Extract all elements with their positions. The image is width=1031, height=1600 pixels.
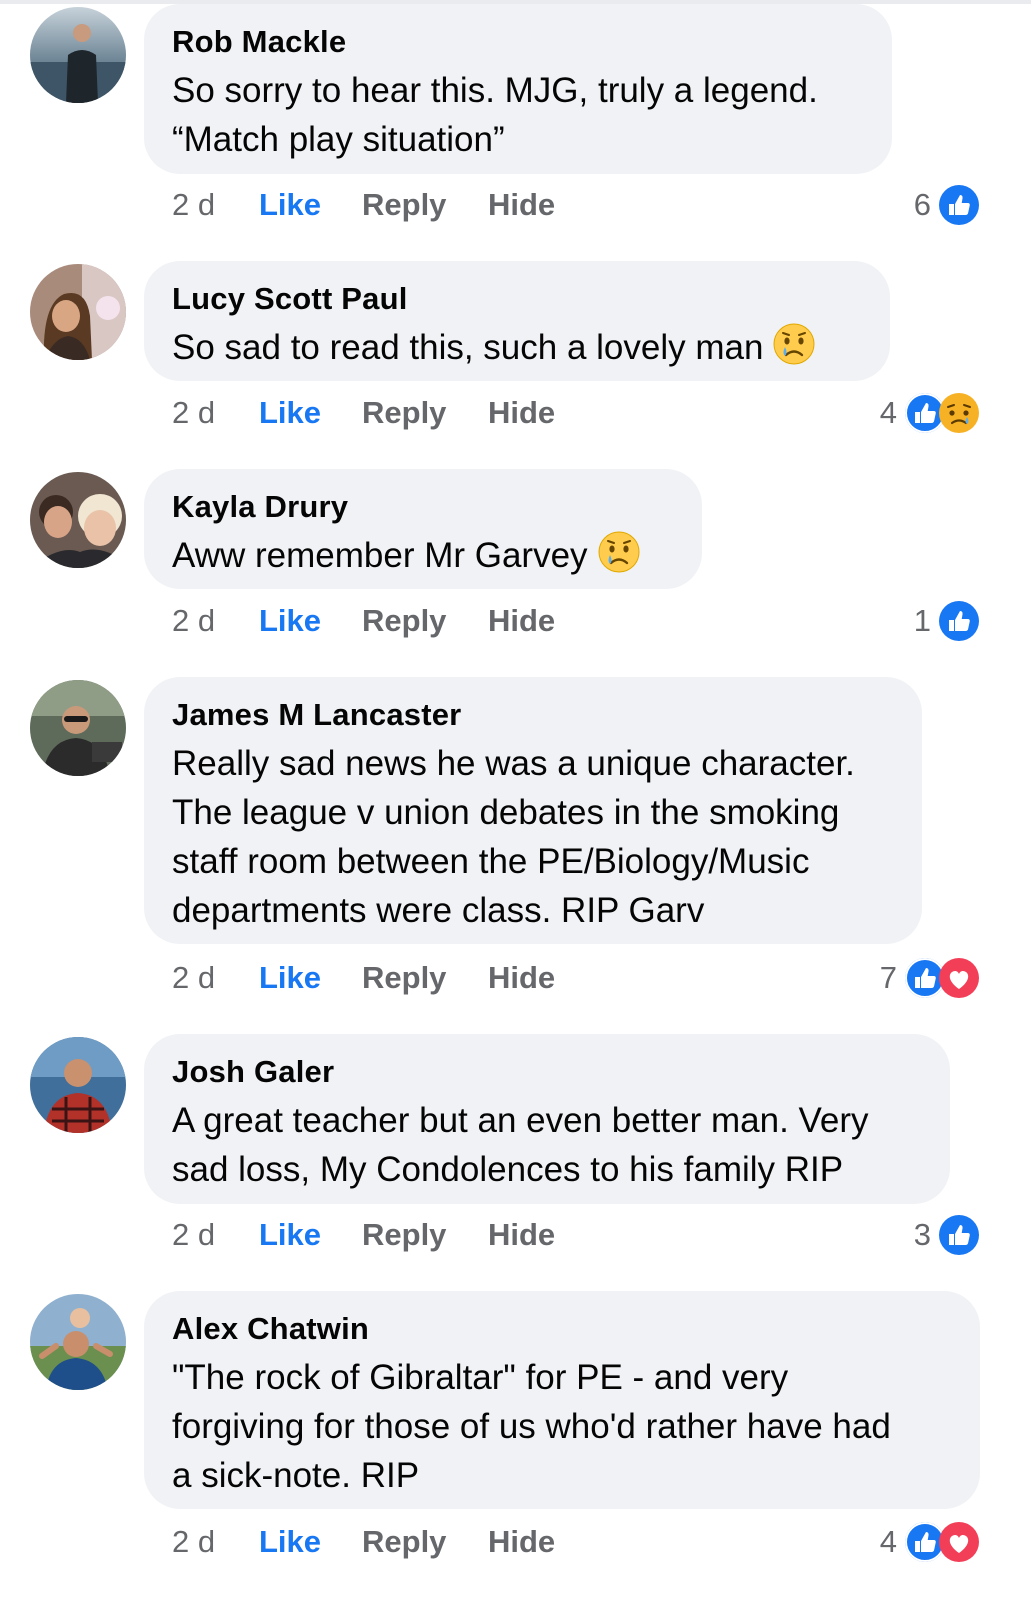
reply-button[interactable]: Reply — [362, 1522, 446, 1562]
like-icon — [939, 185, 979, 225]
crying-face-emoji — [773, 323, 815, 378]
comment-timestamp[interactable]: 2 d — [172, 1215, 215, 1255]
comment-timestamp[interactable]: 2 d — [172, 393, 215, 433]
comment-actions: 2 d Like Reply Hide — [172, 1522, 992, 1562]
like-icon — [939, 601, 979, 641]
reply-button[interactable]: Reply — [362, 185, 446, 225]
comment-timestamp[interactable]: 2 d — [172, 601, 215, 641]
comment-author[interactable]: Kayla Drury — [172, 489, 672, 525]
comment-actions: 2 d Like Reply Hide — [172, 185, 992, 225]
comment-actions: 2 d Like Reply Hide — [172, 958, 992, 998]
like-button[interactable]: Like — [259, 958, 321, 998]
reaction-count: 7 — [879, 960, 897, 995]
comment-actions: 2 d Like Reply Hide — [172, 601, 992, 641]
reaction-summary[interactable]: 6 — [914, 183, 979, 227]
love-icon — [939, 958, 979, 998]
love-icon — [939, 1522, 979, 1562]
comment-text: "The rock of Gibraltar" for PE - and ver… — [172, 1358, 789, 1397]
comment-text: The league v union debates in the smokin… — [172, 793, 840, 832]
comment-bubble: Josh Galer A great teacher but an even b… — [144, 1034, 950, 1204]
comment-text-line: So sad to read this, such a lovely man — [172, 323, 860, 378]
reaction-count: 1 — [913, 603, 931, 638]
avatar[interactable] — [30, 680, 126, 776]
reaction-summary[interactable]: 1 — [914, 599, 979, 643]
comment-bubble: Rob Mackle So sorry to hear this. MJG, t… — [144, 4, 892, 174]
comment-text: So sad to read this, such a lovely man — [172, 328, 764, 367]
comment-bubble: Kayla Drury Aww remember Mr Garvey — [144, 469, 702, 589]
avatar[interactable] — [30, 1294, 126, 1390]
comment-author[interactable]: Josh Galer — [172, 1054, 920, 1090]
like-button[interactable]: Like — [259, 1215, 321, 1255]
like-icon — [939, 1215, 979, 1255]
comment-actions: 2 d Like Reply Hide — [172, 1215, 992, 1255]
comment-text: staff room between the PE/Biology/Music — [172, 842, 810, 881]
comment-bubble: James M Lancaster Really sad news he was… — [144, 677, 922, 944]
hide-button[interactable]: Hide — [488, 393, 555, 433]
like-button[interactable]: Like — [259, 601, 321, 641]
comment-text: “Match play situation” — [172, 120, 505, 159]
reaction-count: 3 — [913, 1217, 931, 1252]
comment-bubble: Alex Chatwin "The rock of Gibraltar" for… — [144, 1291, 980, 1509]
avatar[interactable] — [30, 264, 126, 360]
hide-button[interactable]: Hide — [488, 958, 555, 998]
comment-text: departments were class. RIP Garv — [172, 891, 705, 930]
avatar[interactable] — [30, 472, 126, 568]
comment-text: Really sad news he was a unique characte… — [172, 744, 855, 783]
hide-button[interactable]: Hide — [488, 1522, 555, 1562]
like-button[interactable]: Like — [259, 393, 321, 433]
reaction-summary[interactable]: 4 — [880, 1520, 979, 1564]
hide-button[interactable]: Hide — [488, 1215, 555, 1255]
avatar[interactable] — [30, 7, 126, 103]
comment-text: A great teacher but an even better man. … — [172, 1101, 869, 1140]
comment-text: sad loss, My Condolences to his family R… — [172, 1150, 844, 1189]
reaction-count: 4 — [879, 395, 897, 430]
avatar[interactable] — [30, 1037, 126, 1133]
comment-text: a sick-note. RIP — [172, 1456, 420, 1495]
crying-face-emoji — [598, 531, 640, 586]
reaction-summary[interactable]: 3 — [914, 1213, 979, 1257]
like-button[interactable]: Like — [259, 1522, 321, 1562]
hide-button[interactable]: Hide — [488, 601, 555, 641]
reaction-summary[interactable]: 7 — [880, 956, 979, 1000]
sad-icon — [939, 393, 979, 433]
hide-button[interactable]: Hide — [488, 185, 555, 225]
comment-bubble: Lucy Scott Paul So sad to read this, suc… — [144, 261, 890, 381]
comment-author[interactable]: Rob Mackle — [172, 24, 862, 60]
reply-button[interactable]: Reply — [362, 601, 446, 641]
comment-timestamp[interactable]: 2 d — [172, 958, 215, 998]
comment-timestamp[interactable]: 2 d — [172, 185, 215, 225]
reaction-count: 4 — [879, 1524, 897, 1559]
comment-text: So sorry to hear this. MJG, truly a lege… — [172, 71, 818, 110]
comment-actions: 2 d Like Reply Hide — [172, 393, 992, 433]
comment-text-line: Aww remember Mr Garvey — [172, 531, 672, 586]
reply-button[interactable]: Reply — [362, 1215, 446, 1255]
reaction-count: 6 — [913, 187, 931, 222]
reply-button[interactable]: Reply — [362, 958, 446, 998]
comment-author[interactable]: Alex Chatwin — [172, 1311, 950, 1347]
comment-text: forgiving for those of us who'd rather h… — [172, 1407, 891, 1446]
comment-author[interactable]: James M Lancaster — [172, 697, 892, 733]
like-button[interactable]: Like — [259, 185, 321, 225]
comment-timestamp[interactable]: 2 d — [172, 1522, 215, 1562]
comment-author[interactable]: Lucy Scott Paul — [172, 281, 860, 317]
reaction-summary[interactable]: 4 — [880, 391, 979, 435]
reply-button[interactable]: Reply — [362, 393, 446, 433]
comment-text: Aww remember Mr Garvey — [172, 536, 588, 575]
